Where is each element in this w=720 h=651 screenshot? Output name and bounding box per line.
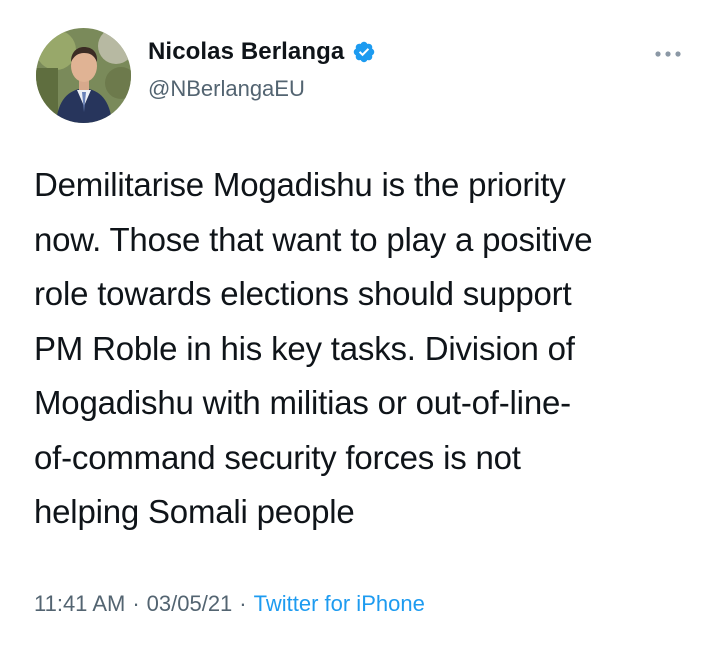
author-name-row: Nicolas Berlanga <box>148 38 376 66</box>
display-name[interactable]: Nicolas Berlanga <box>148 38 344 66</box>
tweet-card: Nicolas Berlanga @NBerlangaEU Demilitari… <box>0 0 720 651</box>
profile-photo-icon <box>36 28 131 123</box>
tweet-time[interactable]: 11:41 AM <box>34 591 125 616</box>
tweet-source-link[interactable]: Twitter for iPhone <box>254 591 425 616</box>
verified-badge-icon <box>352 40 376 64</box>
more-options-icon[interactable] <box>652 46 684 57</box>
avatar[interactable] <box>36 28 131 123</box>
tweet-text: Demilitarise Mogadishu is the priority n… <box>34 166 593 530</box>
meta-separator: · <box>239 591 247 616</box>
tweet-meta: 11:41 AM · 03/05/21 · Twitter for iPhone <box>34 591 425 617</box>
tweet-date[interactable]: 03/05/21 <box>147 591 233 616</box>
meta-separator: · <box>132 591 140 616</box>
author-handle[interactable]: @NBerlangaEU <box>148 76 305 102</box>
